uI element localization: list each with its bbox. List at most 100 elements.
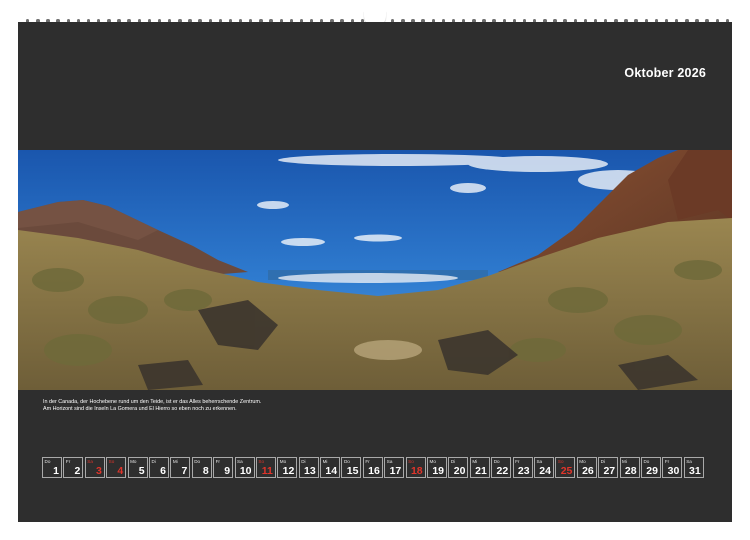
day-cell: Di 27 <box>598 457 619 478</box>
day-cell: Fr 23 <box>512 457 533 478</box>
weekday-label: Mo <box>130 459 137 464</box>
weekday-label: So <box>108 459 115 464</box>
day-cell: Sa 10 <box>234 457 255 478</box>
weekday-label: Fr <box>65 459 71 464</box>
weekday-label: Do <box>643 459 650 464</box>
day-number: 17 <box>389 464 402 477</box>
day-cell: Sa 3 <box>84 457 105 478</box>
day-cell: Fr 30 <box>662 457 683 478</box>
weekday-label: Di <box>151 459 156 464</box>
day-number: 14 <box>325 464 338 477</box>
weekday-label: So <box>408 459 414 464</box>
caption-line: In der Canada, der Hochebene rund um den… <box>43 399 262 405</box>
day-number: 24 <box>539 464 551 477</box>
day-number: 5 <box>138 464 145 477</box>
day-cell: Do 8 <box>191 457 212 478</box>
day-number: 18 <box>410 464 423 477</box>
day-cell: Mo 26 <box>576 457 597 478</box>
weekday-label: So <box>258 459 265 464</box>
day-number: 3 <box>95 464 102 477</box>
weekday-label: Do <box>44 459 51 464</box>
calendar-sheet: Oktober 2026 In der Canada, der Hocheben… <box>18 22 732 522</box>
day-number: 29 <box>646 464 658 477</box>
day-cell: Di 13 <box>298 457 319 478</box>
weekday-label: Fr <box>215 459 220 464</box>
day-number: 21 <box>475 464 487 477</box>
weekday-label: Mo <box>279 459 287 464</box>
day-number: 31 <box>689 464 701 477</box>
weekday-label: Sa <box>386 459 393 464</box>
day-cell: Mi 21 <box>469 457 490 478</box>
day-cell: So 4 <box>106 457 127 478</box>
day-cell: Sa 31 <box>683 457 704 478</box>
photo-caption: In der Canada, der Hochebene rund um den… <box>43 399 261 413</box>
weekday-label: Sa <box>686 459 692 464</box>
day-cell: Do 29 <box>640 457 661 478</box>
day-number: 4 <box>117 464 124 477</box>
day-number: 15 <box>346 464 359 477</box>
weekday-label: Mi <box>172 459 178 464</box>
day-cell: Fr 16 <box>362 457 383 478</box>
day-cell: Do 22 <box>491 457 512 478</box>
day-cell: Fr 2 <box>63 457 84 478</box>
month-title: Oktober 2026 <box>624 66 706 80</box>
day-cell: Fr 9 <box>213 457 234 478</box>
day-number: 26 <box>582 464 594 477</box>
day-number: 9 <box>224 464 231 477</box>
day-cell: So 18 <box>405 457 426 478</box>
landscape-photo <box>18 150 732 390</box>
day-cell: So 25 <box>555 457 576 478</box>
day-number: 19 <box>432 464 445 477</box>
day-cell: Mi 28 <box>619 457 640 478</box>
day-number: 7 <box>181 464 188 477</box>
day-number: 13 <box>304 464 316 477</box>
weekday-label: So <box>557 459 564 464</box>
weekday-label: Sa <box>87 459 93 464</box>
weekday-label: Sa <box>536 459 543 464</box>
day-number: 12 <box>282 464 295 477</box>
day-number: 16 <box>368 464 380 477</box>
weekday-label: Do <box>194 459 201 464</box>
day-number: 1 <box>53 464 59 477</box>
day-number: 6 <box>160 464 166 477</box>
weekday-label: Di <box>450 459 456 464</box>
weekday-label: Mi <box>622 459 627 464</box>
weekday-label: Mo <box>579 459 586 464</box>
day-number: 2 <box>74 464 81 477</box>
weekday-label: Sa <box>237 459 243 464</box>
day-cell: Di 20 <box>448 457 469 478</box>
day-number: 30 <box>667 464 680 477</box>
weekday-label: Fr <box>515 459 520 464</box>
day-cell: Mo 12 <box>277 457 298 478</box>
day-cell: Mi 7 <box>170 457 191 478</box>
day-number: 11 <box>261 464 273 477</box>
landscape-illustration <box>18 150 732 390</box>
day-cell: Mo 19 <box>427 457 448 478</box>
day-number: 20 <box>453 464 466 477</box>
weekday-label: Mi <box>322 459 328 464</box>
day-number: 8 <box>202 464 209 477</box>
weekday-label: Mi <box>472 459 478 464</box>
day-cell: Do 15 <box>341 457 362 478</box>
day-number: 22 <box>496 464 509 477</box>
day-cell: Mo 5 <box>127 457 148 478</box>
day-strip: Do 1 Fr 2 Sa 3 So 4 Mo 5 Di 6 Mi 7 Do 8 Fr 9 Sa 10 So 11 Mo 12 D… <box>42 457 704 479</box>
day-number: 27 <box>603 464 616 477</box>
weekday-label: Di <box>301 459 306 464</box>
day-number: 25 <box>560 464 573 477</box>
day-cell: Sa 17 <box>384 457 405 478</box>
weekday-label: Do <box>343 459 350 464</box>
day-cell: Sa 24 <box>533 457 554 478</box>
day-number: 23 <box>517 464 530 477</box>
weekday-label: Fr <box>365 459 370 464</box>
day-number: 28 <box>624 464 637 477</box>
caption-line: Am Horizont sind die Inseln La Gomera un… <box>43 406 237 412</box>
day-cell: Mi 14 <box>320 457 341 478</box>
weekday-label: Di <box>600 459 605 464</box>
weekday-label: Do <box>493 459 500 464</box>
weekday-label: Fr <box>664 459 670 464</box>
day-cell: So 11 <box>255 457 276 478</box>
day-cell: Do 1 <box>42 457 62 478</box>
weekday-label: Mo <box>429 459 436 464</box>
day-number: 10 <box>239 464 252 477</box>
